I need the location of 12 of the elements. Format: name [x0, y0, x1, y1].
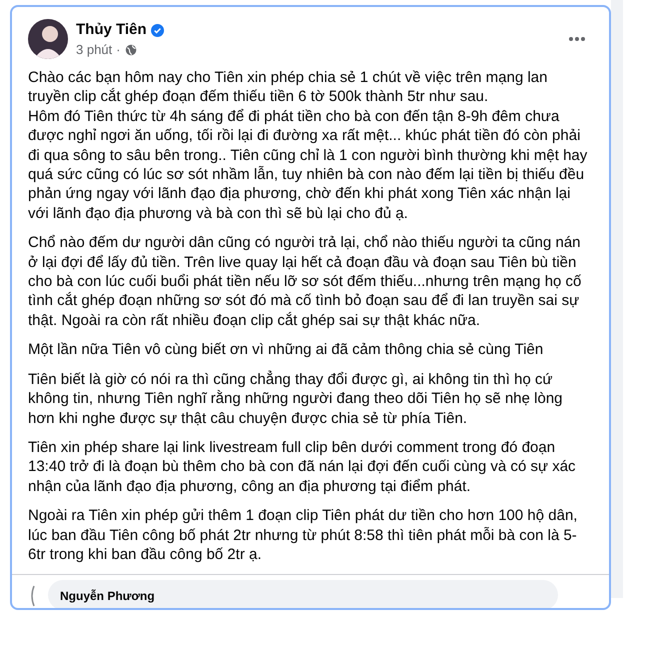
separator: ·	[116, 42, 120, 58]
commenter-name[interactable]: Nguyễn Phương	[60, 588, 546, 604]
author-name[interactable]: Thủy Tiên	[76, 19, 147, 42]
more-icon	[569, 37, 585, 41]
post-paragraph: Chào các bạn hôm nay cho Tiên xin phép chia sẻ 1 chút về việc trên mạng lan truyền clip cắt ghép đoạn đếm thiếu tiền 6 tờ 500k thành 5tr như sau. Hôm đó Tiên thức từ 4h sáng để đi phát tiền cho bà con đến tận 8-9h đêm chưa được nghỉ ngơi ăn uống, tối rồi lại đi đường xa rất mệt... khúc phát tiền đó còn phải đi qua sông to sâu bên trong.. Tiên cũng chỉ là 1 con người bình thường khi mệt hay quá sức cũng có lúc sơ sót nhầm lẫn, tuy nhiên bà con nào đếm lại tiền bị thiếu đều phản ứng ngay với lãnh đạo địa phương, chờ đến khi phát xong Tiên xác nhận lại với lãnh đạo địa phương và bà con thì sẽ bù lại cho đủ ạ.	[28, 68, 588, 224]
post-paragraph: Tiên xin phép share lại link livestream full clip bên dưới comment trong đó đoạn 13:40 trở đi là đoạn bù thêm cho bà con đã nán lại đợi đến cuối cùng và có sự xác nhận của lãnh đạo địa phương, công an địa phương tại điểm phát.	[28, 438, 577, 496]
post-paragraph: Chổ nào đếm dư người dân cũng có người trả lại, chổ nào thiếu người ta cũng nán ở lại đợi để lấy đủ tiền. Trên live quay lại hết cả đoạn đầu và đoạn sau Tiên bù tiền cho bà con lúc cuối buổi phát tiền nếu lỡ sơ sót đếm thiếu...nhưng trên mạng họ cố tình cắt ghép đoạn những sơ sót đó mà cố tình bỏ đoạn sau để đi lan truyền sai sự thật. Ngoài ra còn rất nhiều đoạn clip cắt ghép sai sự thật khác nữa.	[28, 233, 582, 330]
globe-icon	[124, 44, 136, 56]
post-paragraph: Một lần nữa Tiên vô cùng biết ơn vì những ai đã cảm thông chia sẻ cùng Tiên	[28, 340, 544, 360]
post-paragraph: Ngoài ra Tiên xin phép gửi thêm 1 đoạn clip Tiên phát dư tiền cho hơn 100 hộ dân, lúc ban đầu Tiên công bố phát 2tr nhưng từ phút 8:58 thì tiên phát mỗi bà con là 5-6tr trong khi ban đầu công bố 2tr ạ.	[28, 506, 578, 564]
post-time[interactable]: 3 phút	[76, 42, 112, 58]
post-paragraph: Tiên biết là giờ có nói ra thì cũng chẳng thay đổi được gì, ai không tin thì họ cứ không tin, nhưng Tiên nghĩ rằng những người đang theo dõi Tiên họ sẽ nhẹ lòng hơn khi nghe được sự thật câu chuyện được chia sẻ từ phía Tiên.	[28, 370, 564, 428]
